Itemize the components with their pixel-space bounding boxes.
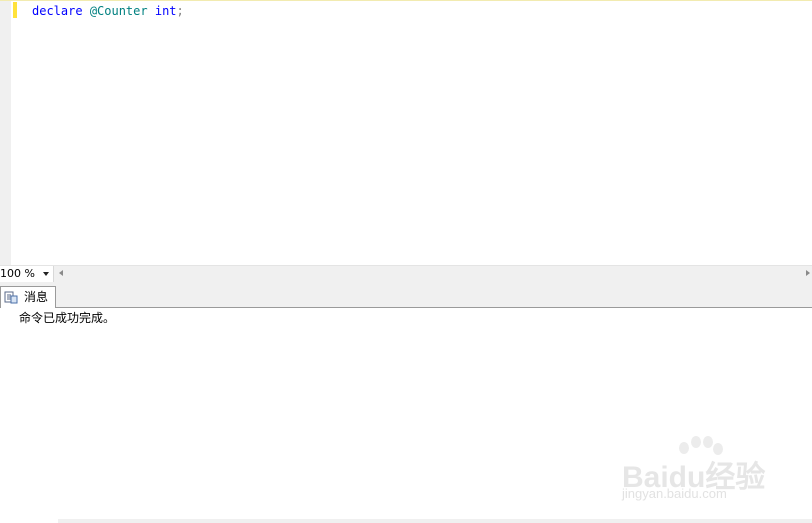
- line-change-marker: [13, 2, 17, 18]
- zoom-value: 100 %: [0, 267, 35, 280]
- code-line-1[interactable]: declare @Counter int;: [32, 3, 184, 19]
- scroll-left-arrow-icon[interactable]: [59, 270, 63, 276]
- editor-horizontal-scrollbar[interactable]: 100 %: [0, 265, 812, 282]
- watermark: Baidu经验 jingyan.baidu.com: [622, 436, 782, 506]
- messages-icon: [4, 290, 18, 304]
- tab-messages[interactable]: 消息: [0, 286, 56, 308]
- scroll-right-arrow-icon[interactable]: [806, 270, 810, 276]
- editor-gutter: [0, 1, 11, 266]
- results-tabstrip: 消息: [0, 282, 812, 308]
- variable-name: @Counter: [89, 4, 148, 18]
- message-text: 命令已成功完成。: [19, 311, 116, 325]
- tab-messages-label: 消息: [24, 290, 49, 304]
- keyword-declare: declare: [32, 4, 83, 18]
- bottom-tab: [0, 519, 58, 523]
- bottom-status-strip: [0, 519, 812, 523]
- query-editor[interactable]: declare @Counter int;: [0, 0, 812, 266]
- chevron-down-icon[interactable]: [43, 272, 49, 276]
- statement-terminator: ;: [176, 4, 184, 18]
- watermark-url: jingyan.baidu.com: [622, 486, 727, 501]
- zoom-dropdown[interactable]: 100 %: [0, 266, 54, 282]
- type-keyword: int: [154, 4, 177, 18]
